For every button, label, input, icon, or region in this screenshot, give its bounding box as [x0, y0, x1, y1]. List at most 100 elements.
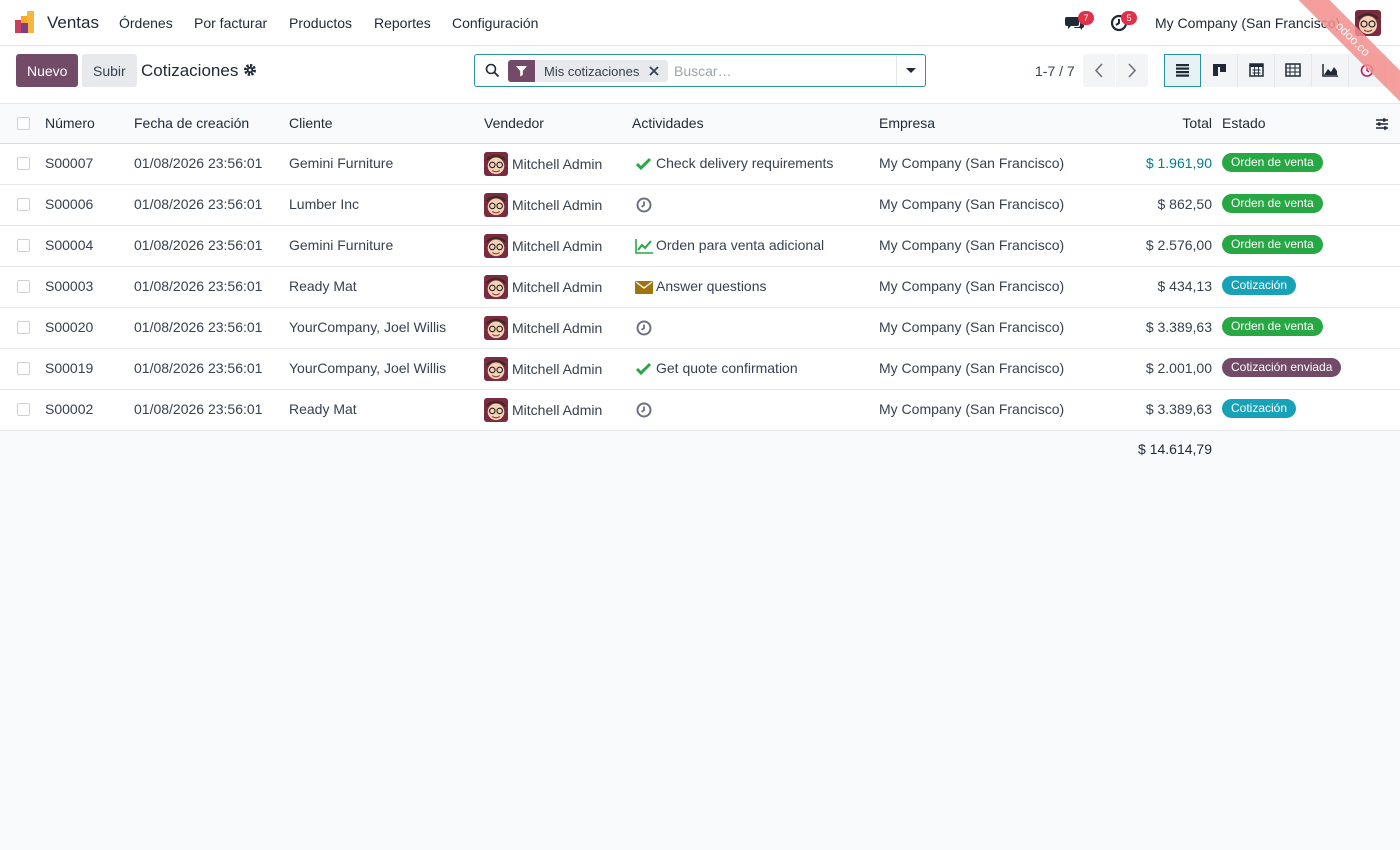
select-all-checkbox[interactable] — [17, 117, 30, 130]
cell-date: 01/08/2026 23:56:01 — [134, 278, 263, 294]
table-row[interactable]: S00007 01/08/2026 23:56:01 Gemini Furnitur… — [0, 144, 1400, 185]
menu-ordenes[interactable]: Órdenes — [119, 15, 173, 31]
sum-total: $ 14.614,79 — [1138, 441, 1212, 457]
column-header-activities[interactable]: Actividades — [632, 115, 704, 131]
cell-company: My Company (San Francisco) — [879, 360, 1065, 376]
search-icon[interactable] — [485, 63, 500, 78]
clock-icon[interactable] — [635, 401, 653, 419]
cell-total: $ 862,50 — [1157, 196, 1213, 212]
cell-activity[interactable]: Get quote confirmation — [656, 360, 798, 376]
column-header-customer[interactable]: Cliente — [289, 115, 333, 131]
cell-salesperson: Mitchell Admin — [512, 197, 603, 213]
app-name[interactable]: Ventas — [47, 13, 99, 33]
area-chart-icon — [1322, 64, 1338, 77]
company-switcher[interactable]: My Company (San Francisco) — [1155, 15, 1340, 31]
column-header-salesperson[interactable]: Vendedor — [484, 115, 544, 131]
clock-icon[interactable] — [635, 319, 653, 337]
table-row[interactable]: S00004 01/08/2026 23:56:01 Gemini Furnitur… — [0, 226, 1400, 267]
upload-button[interactable]: Subir — [82, 54, 137, 87]
list-view-button[interactable] — [1164, 54, 1201, 87]
menu-configuracion[interactable]: Configuración — [452, 15, 538, 31]
user-face-icon — [484, 357, 508, 381]
cell-number: S00019 — [45, 360, 94, 376]
row-checkbox[interactable] — [17, 198, 30, 211]
cell-activity[interactable]: Answer questions — [656, 278, 767, 294]
filter-facet-badge — [508, 60, 535, 82]
user-face-icon — [484, 398, 508, 422]
search-facet: Mis cotizaciones — [508, 60, 668, 82]
cell-activity[interactable]: Check delivery requirements — [656, 155, 833, 171]
row-checkbox[interactable] — [17, 280, 30, 293]
pivot-table-icon — [1285, 63, 1301, 77]
pager-next-button[interactable] — [1116, 54, 1148, 87]
row-checkbox[interactable] — [17, 403, 30, 416]
optional-columns-icon[interactable] — [1374, 116, 1390, 132]
list-header: Número Fecha de creación Cliente Vendedo… — [0, 104, 1400, 144]
envelope-icon[interactable] — [635, 278, 653, 296]
cell-customer: YourCompany, Joel Willis — [289, 319, 447, 335]
gear-icon[interactable] — [243, 63, 257, 77]
row-checkbox[interactable] — [17, 239, 30, 252]
facet-remove-icon[interactable] — [648, 65, 660, 77]
cell-customer: YourCompany, Joel Willis — [289, 360, 447, 376]
cell-company: My Company (San Francisco) — [879, 196, 1065, 212]
salesperson-avatar[interactable] — [484, 316, 508, 340]
cell-total: $ 3.389,63 — [1145, 401, 1212, 417]
table-row[interactable]: S00020 01/08/2026 23:56:01 YourCompany, Jo… — [0, 308, 1400, 349]
column-header-state[interactable]: Estado — [1222, 115, 1266, 131]
search-options-toggle[interactable] — [896, 55, 925, 86]
cell-total: $ 1.961,90 — [1145, 155, 1212, 171]
cell-salesperson: Mitchell Admin — [512, 402, 603, 418]
calendar-view-button[interactable] — [1238, 54, 1275, 87]
pivot-view-button[interactable] — [1275, 54, 1312, 87]
cell-date: 01/08/2026 23:56:01 — [134, 319, 263, 335]
menu-reportes[interactable]: Reportes — [374, 15, 431, 31]
status-badge: Orden de venta — [1222, 317, 1323, 336]
new-button[interactable]: Nuevo — [16, 54, 79, 87]
graph-view-button[interactable] — [1312, 54, 1349, 87]
column-header-company[interactable]: Empresa — [879, 115, 935, 131]
check-icon[interactable] — [635, 155, 653, 173]
activities-count-badge: 5 — [1121, 11, 1137, 25]
status-badge: Orden de venta — [1222, 235, 1323, 254]
cell-activity[interactable]: Orden para venta adicional — [656, 237, 824, 253]
cell-company: My Company (San Francisco) — [879, 401, 1065, 417]
menu-productos[interactable]: Productos — [289, 15, 352, 31]
sales-app-icon[interactable] — [15, 11, 37, 33]
cell-salesperson: Mitchell Admin — [512, 279, 603, 295]
salesperson-avatar[interactable] — [484, 193, 508, 217]
search-bar: Mis cotizaciones — [474, 54, 926, 87]
salesperson-avatar[interactable] — [484, 275, 508, 299]
row-checkbox[interactable] — [17, 362, 30, 375]
pager-value[interactable]: 1-7 / 7 — [1035, 63, 1075, 79]
salesperson-avatar[interactable] — [484, 152, 508, 176]
salesperson-avatar[interactable] — [484, 357, 508, 381]
column-header-date[interactable]: Fecha de creación — [134, 115, 249, 131]
cell-number: S00007 — [45, 155, 94, 171]
search-input[interactable] — [674, 61, 894, 81]
salesperson-avatar[interactable] — [484, 234, 508, 258]
column-header-number[interactable]: Número — [45, 115, 95, 131]
clock-icon[interactable] — [635, 196, 653, 214]
status-badge: Orden de venta — [1222, 153, 1323, 172]
kanban-view-icon — [1213, 64, 1226, 76]
menu-por-facturar[interactable]: Por facturar — [194, 15, 267, 31]
row-checkbox[interactable] — [17, 157, 30, 170]
table-row[interactable]: S00019 01/08/2026 23:56:01 YourCompany, Jo… — [0, 349, 1400, 390]
table-row[interactable]: S00006 01/08/2026 23:56:01 Lumber Inc Mitch… — [0, 185, 1400, 226]
salesperson-avatar[interactable] — [484, 398, 508, 422]
cell-customer: Gemini Furniture — [289, 237, 394, 253]
upsell-chart-icon[interactable] — [635, 237, 653, 255]
user-face-icon — [484, 275, 508, 299]
row-checkbox[interactable] — [17, 321, 30, 334]
check-icon[interactable] — [635, 360, 653, 378]
kanban-view-button[interactable] — [1201, 54, 1238, 87]
cell-company: My Company (San Francisco) — [879, 237, 1065, 253]
cell-total: $ 434,13 — [1157, 278, 1213, 294]
pager-previous-button[interactable] — [1083, 54, 1115, 87]
table-row[interactable]: S00003 01/08/2026 23:56:01 Ready Mat Mitche… — [0, 267, 1400, 308]
user-face-icon — [484, 316, 508, 340]
table-row[interactable]: S00002 01/08/2026 23:56:01 Ready Mat Mitche… — [0, 390, 1400, 431]
cell-customer: Ready Mat — [289, 401, 357, 417]
column-header-total[interactable]: Total — [1112, 115, 1212, 131]
